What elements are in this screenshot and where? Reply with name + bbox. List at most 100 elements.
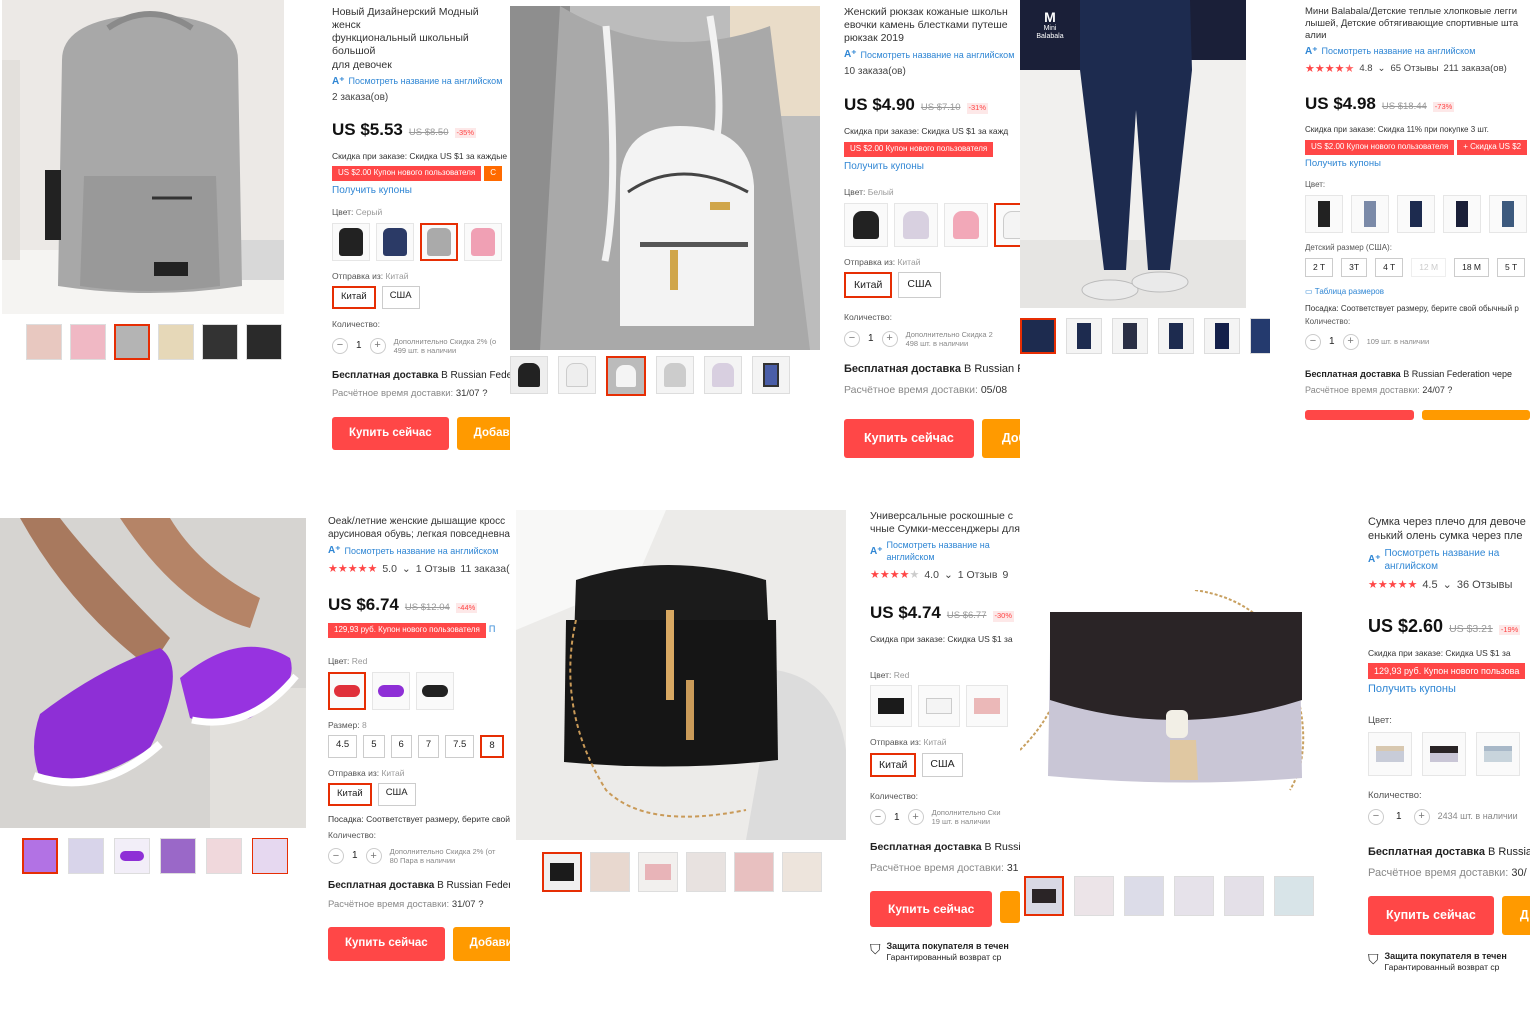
minus-icon[interactable]: − <box>1305 333 1321 350</box>
thumbnail[interactable] <box>1174 876 1214 916</box>
size-option[interactable]: 8 <box>480 735 504 758</box>
get-coupons-link[interactable]: Получить купоны <box>332 184 510 198</box>
thumbnail-selected[interactable] <box>114 324 150 360</box>
thumbnail[interactable] <box>686 852 726 892</box>
color-swatch-white[interactable] <box>994 202 1020 247</box>
product-photo-sneakers[interactable] <box>0 518 306 828</box>
thumbnail-selected[interactable] <box>606 356 646 396</box>
minus-icon[interactable]: − <box>870 809 886 826</box>
color-swatch-black[interactable] <box>844 202 888 247</box>
quantity-value[interactable]: 1 <box>868 332 874 346</box>
thumbnail[interactable] <box>1066 318 1102 354</box>
color-swatch-lilac[interactable] <box>894 202 938 247</box>
help-icon[interactable]: ? <box>482 388 487 399</box>
size-option[interactable]: 7 <box>417 735 440 758</box>
chevron-down-icon[interactable]: ⌄ <box>1378 63 1386 76</box>
product-photo-white-backpack[interactable] <box>510 6 820 350</box>
thumbnail[interactable] <box>252 838 288 874</box>
color-swatch-black[interactable] <box>416 671 454 710</box>
thumbnail[interactable] <box>114 838 150 874</box>
minus-icon[interactable]: − <box>844 330 860 347</box>
size-option[interactable]: 5 T <box>1497 257 1526 278</box>
buy-now-button[interactable]: Купить сейчас <box>870 890 993 927</box>
thumbnail[interactable] <box>160 838 196 874</box>
size-chart-link[interactable]: ▭ Таблица размеров <box>1305 287 1530 298</box>
get-coupons-link[interactable]: Получить купоны <box>1368 682 1530 697</box>
size-option[interactable]: 4.5 <box>328 735 358 758</box>
quantity-value[interactable]: 1 <box>356 339 362 353</box>
quantity-value[interactable]: 1 <box>352 849 358 863</box>
minus-icon[interactable]: − <box>328 848 344 865</box>
color-swatch-purple[interactable] <box>372 671 410 710</box>
product-photo-black-bag[interactable] <box>516 510 846 840</box>
thumbnail[interactable] <box>1074 876 1114 916</box>
chevron-down-icon[interactable]: ⌄ <box>944 568 953 582</box>
size-option[interactable]: 6 <box>390 735 412 758</box>
ship-option[interactable]: США <box>898 272 941 299</box>
add-to-cart-button[interactable] <box>1000 890 1020 923</box>
thumbnail[interactable] <box>70 324 106 360</box>
thumbnail[interactable] <box>1112 318 1148 354</box>
translate-link[interactable]: A⁺ Посмотреть название на английском <box>844 48 1020 62</box>
plus-icon[interactable]: + <box>1342 333 1359 350</box>
get-coupons-link[interactable]: Получить купоны <box>844 160 1020 174</box>
thumbnail[interactable] <box>1124 876 1164 916</box>
add-to-cart-button[interactable]: Д <box>1501 896 1530 936</box>
reviews-count[interactable]: 36 Отзывы <box>1457 578 1513 593</box>
buy-now-button[interactable]: Купить сейчас <box>844 418 974 458</box>
color-swatch-black[interactable] <box>1422 731 1466 776</box>
reviews-count[interactable]: 1 Отзыв <box>416 562 456 576</box>
coupon-badge[interactable]: 129,93 руб. Купон нового пользователя <box>328 623 486 639</box>
product-photo-holographic-bag[interactable] <box>1020 590 1320 810</box>
minus-icon[interactable]: − <box>1368 808 1384 825</box>
plus-icon[interactable]: + <box>1413 808 1430 825</box>
coupon-badge[interactable]: US $2.00 Купон нового пользователя <box>332 166 482 181</box>
reviews-count[interactable]: 1 Отзыв <box>958 568 998 582</box>
coupon-badge[interactable]: US $2.00 Купон нового пользователя <box>1305 139 1455 155</box>
ship-option[interactable]: Китай <box>332 286 376 310</box>
minus-icon[interactable]: − <box>332 337 348 354</box>
plus-icon[interactable]: + <box>907 809 924 826</box>
color-swatch-pink[interactable] <box>966 685 1008 728</box>
color-swatch-navy[interactable] <box>376 222 414 261</box>
thumbnail[interactable] <box>638 852 678 892</box>
quantity-value[interactable]: 1 <box>1329 335 1335 349</box>
color-swatch-black[interactable] <box>870 685 912 728</box>
thumbnail[interactable] <box>246 324 282 360</box>
translate-link[interactable]: A⁺ Посмотреть название на английском <box>1305 45 1530 59</box>
thumbnail[interactable] <box>1250 318 1270 354</box>
thumbnail[interactable] <box>590 852 630 892</box>
ship-option[interactable]: Китай <box>844 272 893 299</box>
coupon-badge[interactable]: + Скидка US $2 <box>1457 139 1528 155</box>
translate-link[interactable]: A⁺ Посмотреть название на английском <box>870 539 1020 563</box>
color-swatch-gray[interactable] <box>420 222 458 261</box>
thumbnail[interactable] <box>1224 876 1264 916</box>
thumbnail[interactable] <box>656 356 694 394</box>
size-option[interactable]: 7.5 <box>445 735 475 758</box>
thumbnail[interactable] <box>206 838 242 874</box>
thumbnail[interactable] <box>704 356 742 394</box>
translate-link[interactable]: A⁺ Посмотреть название на английском <box>332 75 510 89</box>
thumbnail[interactable] <box>558 356 596 394</box>
chevron-down-icon[interactable]: ⌄ <box>1443 578 1452 593</box>
coupon-badge[interactable]: US $2.00 Купон нового пользователя <box>844 141 994 157</box>
thumbnail-selected[interactable] <box>1024 876 1064 916</box>
help-icon[interactable]: ? <box>1447 385 1452 395</box>
size-option[interactable]: 2 T <box>1305 257 1334 278</box>
buy-now-button[interactable] <box>1305 410 1414 421</box>
thumbnail[interactable] <box>1204 318 1240 354</box>
buy-now-button[interactable]: Купить сейчас <box>332 416 449 451</box>
size-option[interactable]: 3T <box>1341 257 1368 278</box>
product-photo-gray-backpack[interactable] <box>2 0 284 314</box>
add-to-cart-button[interactable]: Доба <box>981 418 1020 458</box>
thumbnail-selected[interactable] <box>22 838 58 874</box>
product-photo-leggings[interactable] <box>1020 0 1246 308</box>
thumbnail[interactable] <box>1274 876 1314 916</box>
quantity-value[interactable]: 1 <box>894 811 900 825</box>
thumbnail[interactable] <box>734 852 774 892</box>
thumbnail[interactable] <box>26 324 62 360</box>
color-swatch[interactable] <box>1489 195 1527 234</box>
color-swatch[interactable] <box>1397 195 1435 234</box>
color-swatch-white[interactable] <box>918 685 960 728</box>
ship-option[interactable]: США <box>381 286 420 310</box>
